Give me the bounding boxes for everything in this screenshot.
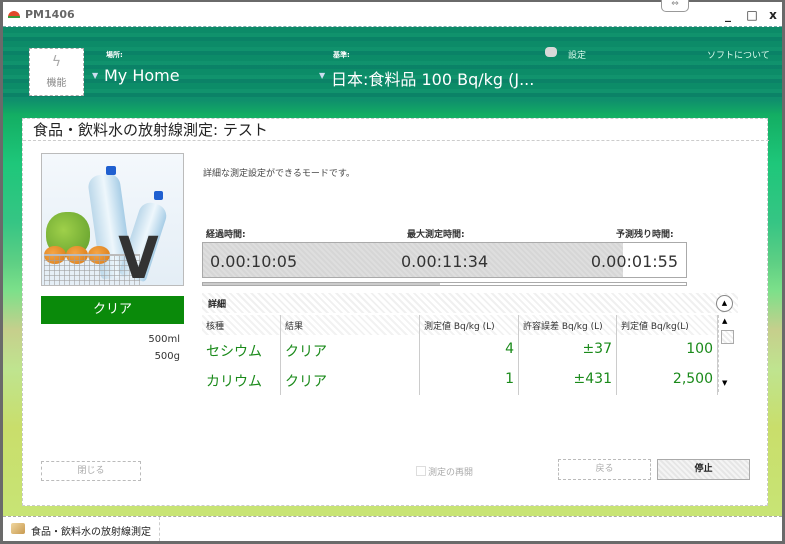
settings-icon[interactable] — [545, 47, 557, 57]
elapsed-time: 0.00:10:05 — [210, 252, 298, 271]
table-scrollbar[interactable]: ▲ ▼ — [718, 315, 734, 392]
taskbar-tab[interactable]: 食品・飲料水の放射線測定 — [3, 517, 160, 541]
snap-handle[interactable]: ⇔ — [661, 0, 689, 12]
scroll-down-icon[interactable]: ▼ — [722, 379, 727, 387]
watermelon-icon — [8, 11, 20, 18]
location-select[interactable]: My Home — [104, 66, 180, 85]
app-window: PM1406 ⇔ _ □ x ϟ 機能 場所: ▼ My Home 基準: ▼ … — [0, 0, 785, 544]
close-button[interactable]: 閉じる — [41, 461, 141, 481]
standard-label: 基準: — [333, 51, 350, 59]
column-header[interactable]: 測定値 Bq/kg (L) — [420, 315, 519, 335]
weight-value: 500g — [154, 351, 180, 362]
threshold-cell: 2,500 — [617, 365, 718, 395]
secondary-progress-fill — [203, 283, 440, 285]
scroll-up-icon[interactable]: ▲ — [722, 317, 727, 325]
taskbar-tab-label: 食品・飲料水の放射線測定 — [31, 527, 151, 538]
column-header[interactable]: 許容誤差 Bq/kg (L) — [519, 315, 617, 335]
column-header[interactable]: 核種 — [202, 315, 281, 335]
collapse-up-icon[interactable]: ▲ — [716, 295, 733, 312]
minimize-button[interactable]: _ — [721, 8, 735, 22]
tolerance-cell: ±431 — [519, 365, 617, 395]
resume-checkbox[interactable]: 測定の再開 — [416, 465, 473, 478]
food-icon — [11, 523, 25, 534]
result-cell: クリア — [281, 335, 420, 365]
standard-dropdown-icon[interactable]: ▼ — [319, 71, 325, 80]
max-time-label: 最大測定時間: — [407, 230, 465, 240]
column-header[interactable]: 結果 — [281, 315, 420, 335]
max-time: 0.00:11:34 — [401, 252, 489, 271]
checkbox-box[interactable] — [416, 466, 426, 476]
details-table: 核種 結果 測定値 Bq/kg (L) 許容誤差 Bq/kg (L) 判定値 B… — [202, 315, 718, 395]
measured-cell: 1 — [420, 365, 519, 395]
check-icon: V — [118, 224, 159, 286]
lightning-icon: ϟ — [51, 54, 62, 70]
measurement-panel: 食品・飲料水の放射線測定: テスト V クリア 500ml 500g 詳細な測定… — [22, 118, 769, 506]
location-label: 場所: — [106, 51, 123, 59]
back-button[interactable]: 戻る — [558, 459, 651, 480]
scroll-thumb[interactable] — [721, 330, 734, 344]
mode-description: 詳細な測定設定ができるモードです。 — [203, 169, 355, 179]
location-dropdown-icon[interactable]: ▼ — [92, 71, 98, 80]
threshold-cell: 100 — [617, 335, 718, 365]
column-header[interactable]: 判定値 Bq/kg(L) — [617, 315, 718, 335]
remaining-time: 0.00:01:55 — [590, 252, 678, 271]
nuclide-cell: セシウム — [202, 335, 281, 365]
measured-cell: 4 — [420, 335, 519, 365]
bottle-cap — [106, 166, 116, 175]
elapsed-label: 経過時間: — [206, 230, 246, 240]
status-badge: クリア — [41, 296, 184, 324]
measurement-progress: 0.00:10:05 0.00:11:34 0.00:01:55 — [202, 242, 687, 278]
function-button[interactable]: ϟ 機能 — [29, 48, 84, 96]
settings-link[interactable]: 設定 — [568, 48, 586, 61]
app-title: PM1406 — [25, 8, 75, 21]
title-divider — [23, 140, 769, 141]
taskbar: 食品・飲料水の放射線測定 — [3, 516, 782, 541]
result-cell: クリア — [281, 365, 420, 395]
stop-button[interactable]: 停止 — [657, 459, 750, 480]
function-label: 機能 — [46, 78, 67, 89]
tolerance-cell: ±37 — [519, 335, 617, 365]
remaining-label: 予測残り時間: — [616, 230, 674, 240]
product-image: V — [41, 153, 184, 286]
about-link[interactable]: ソフトについて — [707, 48, 770, 61]
standard-select[interactable]: 日本:食料品 100 Bq/kg (J... — [331, 66, 534, 90]
secondary-progress — [202, 282, 687, 286]
volume-value: 500ml — [148, 334, 180, 345]
page-title: 食品・飲料水の放射線測定: テスト — [33, 121, 268, 139]
close-window-button[interactable]: x — [766, 8, 780, 22]
nuclide-cell: カリウム — [202, 365, 281, 395]
details-title: 詳細 — [208, 300, 227, 310]
bottle-cap — [154, 191, 163, 200]
maximize-button[interactable]: □ — [745, 8, 759, 22]
title-bar[interactable]: PM1406 ⇔ _ □ x — [3, 0, 782, 27]
resume-label: 測定の再開 — [428, 468, 474, 478]
details-header: 詳細 ▲ — [202, 293, 738, 313]
